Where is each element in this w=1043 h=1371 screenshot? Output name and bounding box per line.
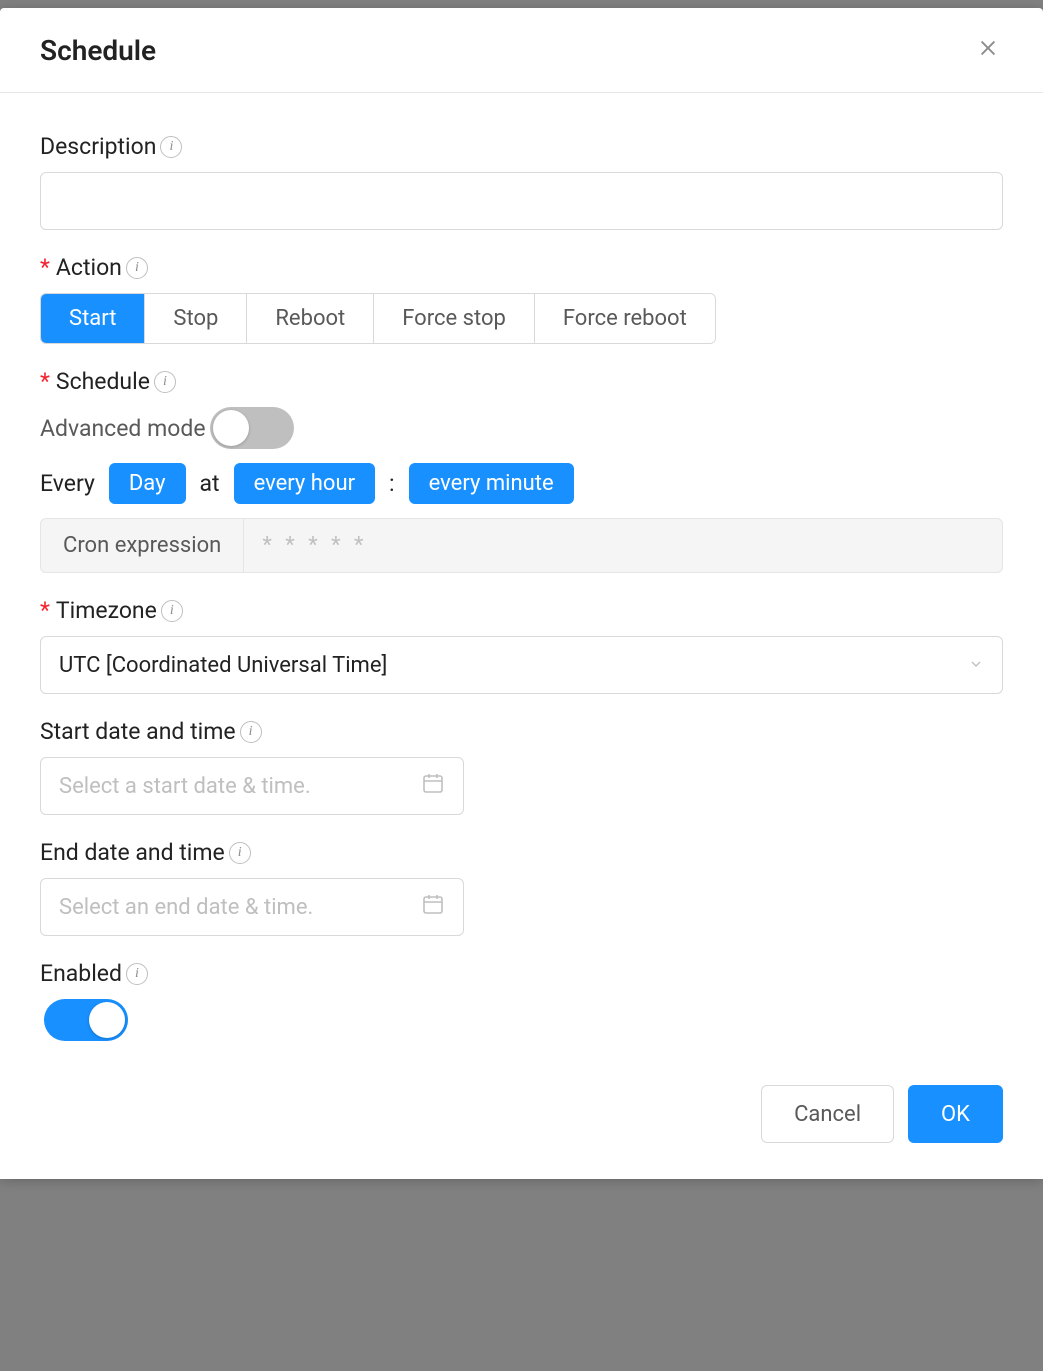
schedule-modal: Schedule Description i * Action i Start … <box>0 8 1043 1179</box>
minute-select[interactable]: every minute <box>409 463 574 504</box>
end-date-placeholder: Select an end date & time. <box>59 895 313 920</box>
cron-expression-row: Cron expression * * * * * <box>40 518 1003 573</box>
schedule-field: * Schedule i Advanced mode Every Day at … <box>40 368 1003 573</box>
modal-header: Schedule <box>0 8 1043 93</box>
modal-title: Schedule <box>40 34 156 67</box>
action-option-force-stop[interactable]: Force stop <box>374 294 535 343</box>
close-icon[interactable] <box>973 32 1003 68</box>
timezone-value: UTC [Coordinated Universal Time] <box>59 653 387 678</box>
start-date-label: Start date and time i <box>40 718 1003 745</box>
cron-expression-value: * * * * * <box>244 519 1002 572</box>
action-button-group: Start Stop Reboot Force stop Force reboo… <box>40 293 716 344</box>
cron-expression-label: Cron expression <box>41 519 244 572</box>
at-label: at <box>200 470 220 497</box>
description-label-text: Description <box>40 133 156 160</box>
calendar-icon <box>421 892 445 922</box>
action-label-text: Action <box>56 254 122 281</box>
info-icon[interactable]: i <box>160 136 182 158</box>
end-date-label: End date and time i <box>40 839 1003 866</box>
time-colon: : <box>389 470 395 497</box>
info-icon[interactable]: i <box>126 963 148 985</box>
start-date-field: Start date and time i Select a start dat… <box>40 718 1003 815</box>
start-label-text: Start date and time <box>40 718 236 745</box>
cron-builder-row: Every Day at every hour : every minute <box>40 463 1003 504</box>
info-icon[interactable]: i <box>229 842 251 864</box>
action-option-reboot[interactable]: Reboot <box>247 294 374 343</box>
every-label: Every <box>40 470 95 497</box>
chevron-down-icon <box>968 653 984 678</box>
info-icon[interactable]: i <box>240 721 262 743</box>
start-date-placeholder: Select a start date & time. <box>59 774 311 799</box>
description-label: Description i <box>40 133 1003 160</box>
info-icon[interactable]: i <box>161 600 183 622</box>
enabled-field: Enabled i <box>40 960 1003 1041</box>
every-select[interactable]: Day <box>109 463 186 504</box>
timezone-label-text: Timezone <box>56 597 157 624</box>
end-label-text: End date and time <box>40 839 225 866</box>
timezone-field: * Timezone i UTC [Coordinated Universal … <box>40 597 1003 694</box>
schedule-label-text: Schedule <box>56 368 150 395</box>
action-label: * Action i <box>40 254 1003 281</box>
modal-body: Description i * Action i Start Stop Rebo… <box>0 93 1043 1085</box>
advanced-mode-toggle[interactable] <box>210 407 294 449</box>
start-date-input[interactable]: Select a start date & time. <box>40 757 464 815</box>
info-icon[interactable]: i <box>154 371 176 393</box>
end-date-input[interactable]: Select an end date & time. <box>40 878 464 936</box>
enabled-label: Enabled i <box>40 960 1003 987</box>
info-icon[interactable]: i <box>126 257 148 279</box>
required-marker: * <box>40 597 50 624</box>
hour-select[interactable]: every hour <box>234 463 375 504</box>
enabled-toggle[interactable] <box>44 999 128 1041</box>
action-field: * Action i Start Stop Reboot Force stop … <box>40 254 1003 344</box>
advanced-mode-row: Advanced mode <box>40 407 1003 449</box>
calendar-icon <box>421 771 445 801</box>
description-input[interactable] <box>40 172 1003 230</box>
modal-footer: Cancel OK <box>0 1085 1043 1179</box>
required-marker: * <box>40 368 50 395</box>
end-date-field: End date and time i Select an end date &… <box>40 839 1003 936</box>
schedule-label: * Schedule i <box>40 368 1003 395</box>
timezone-select[interactable]: UTC [Coordinated Universal Time] <box>40 636 1003 694</box>
timezone-label: * Timezone i <box>40 597 1003 624</box>
ok-button[interactable]: OK <box>908 1085 1003 1143</box>
action-option-start[interactable]: Start <box>41 294 145 343</box>
cancel-button[interactable]: Cancel <box>761 1085 894 1143</box>
action-option-force-reboot[interactable]: Force reboot <box>535 294 715 343</box>
description-field: Description i <box>40 133 1003 230</box>
enabled-label-text: Enabled <box>40 960 122 987</box>
required-marker: * <box>40 254 50 281</box>
action-option-stop[interactable]: Stop <box>145 294 247 343</box>
advanced-mode-label: Advanced mode <box>40 415 206 442</box>
